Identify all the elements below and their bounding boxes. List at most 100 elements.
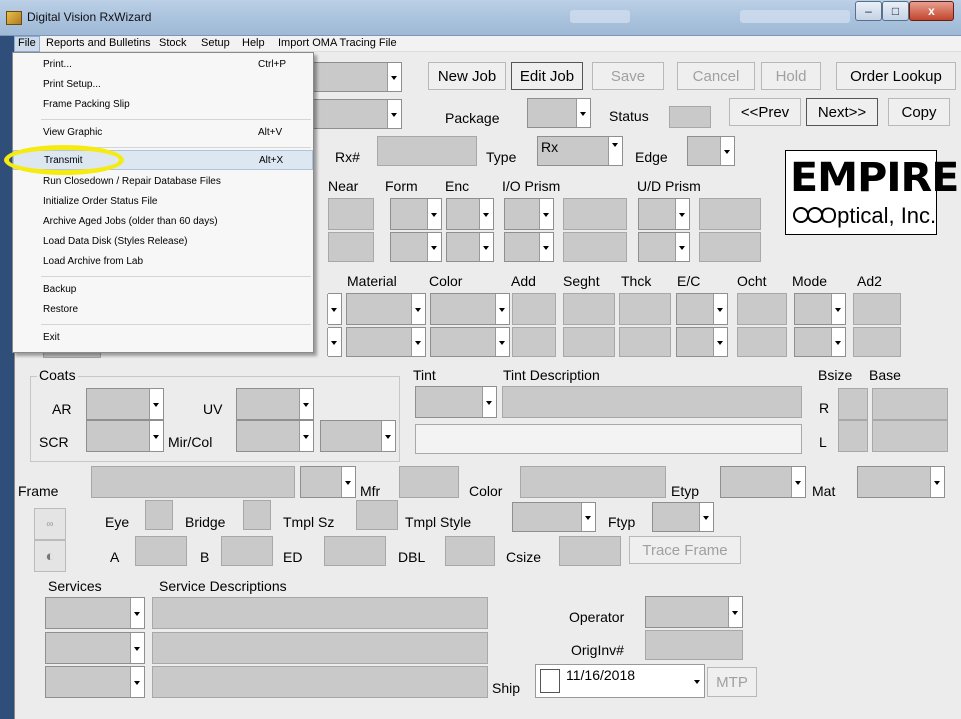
menu-item-view-graphic[interactable]: View Graphic Alt+V bbox=[13, 123, 313, 143]
menu-item-print-setup[interactable]: Print Setup... bbox=[13, 75, 313, 95]
near-left-input[interactable] bbox=[328, 232, 374, 262]
bridge-input[interactable] bbox=[243, 500, 271, 530]
scr-dropdown[interactable] bbox=[86, 420, 164, 452]
eye-input[interactable] bbox=[145, 500, 173, 530]
tmpl-style-dropdown[interactable] bbox=[512, 502, 596, 532]
menu-item-restore[interactable]: Restore bbox=[13, 300, 313, 320]
cancel-button[interactable]: Cancel bbox=[677, 62, 755, 90]
ud-prism-left-input[interactable] bbox=[699, 232, 761, 262]
bsize-left-input[interactable] bbox=[838, 420, 868, 452]
edit-job-button[interactable]: Edit Job bbox=[511, 62, 583, 90]
mode-right-dropdown[interactable] bbox=[794, 293, 846, 325]
service-1-dropdown[interactable] bbox=[45, 597, 145, 629]
menu-item-frame-packing-slip[interactable]: Frame Packing Slip bbox=[13, 95, 313, 115]
operator-dropdown[interactable] bbox=[645, 596, 743, 628]
uv-dropdown[interactable] bbox=[236, 388, 314, 420]
order-lookup-button[interactable]: Order Lookup bbox=[836, 62, 956, 90]
service-1-description[interactable] bbox=[152, 597, 488, 629]
color-left-dropdown[interactable] bbox=[430, 327, 510, 357]
prev-button[interactable]: <<Prev bbox=[729, 98, 801, 126]
ocht-left-input[interactable] bbox=[737, 327, 787, 357]
close-button[interactable]: x bbox=[909, 1, 954, 21]
bsize-right-input[interactable] bbox=[838, 388, 868, 420]
ship-date-arrow-icon[interactable] bbox=[690, 667, 704, 695]
seght-left-input[interactable] bbox=[563, 327, 615, 357]
color-right-dropdown[interactable] bbox=[430, 293, 510, 325]
ec-right-dropdown[interactable] bbox=[676, 293, 728, 325]
mode-left-dropdown[interactable] bbox=[794, 327, 846, 357]
mir-col-dropdown[interactable] bbox=[236, 420, 314, 452]
service-2-dropdown[interactable] bbox=[45, 632, 145, 664]
orig-inv-input[interactable] bbox=[645, 630, 743, 660]
a-input[interactable] bbox=[135, 536, 187, 566]
lens-style-right-dropdown[interactable] bbox=[327, 293, 342, 325]
type-dropdown[interactable]: Rx bbox=[537, 136, 623, 166]
ship-checkbox[interactable] bbox=[540, 669, 560, 693]
ship-date-picker[interactable]: 11/16/2018 bbox=[535, 664, 705, 698]
tint-description-input[interactable] bbox=[502, 386, 802, 418]
menu-item-initialize-order-status[interactable]: Initialize Order Status File bbox=[13, 192, 313, 212]
mir-col-extra-dropdown[interactable] bbox=[320, 420, 396, 452]
material-right-dropdown[interactable] bbox=[346, 293, 426, 325]
ud-prism-left-dropdown[interactable] bbox=[638, 232, 690, 262]
base-right-input[interactable] bbox=[872, 388, 948, 420]
ocht-right-input[interactable] bbox=[737, 293, 787, 325]
seght-right-input[interactable] bbox=[563, 293, 615, 325]
mtp-button[interactable]: MTP bbox=[707, 667, 757, 697]
ed-input[interactable] bbox=[324, 536, 386, 566]
enc-right-dropdown[interactable] bbox=[446, 198, 494, 230]
copy-button[interactable]: Copy bbox=[888, 98, 950, 126]
rx-number-input[interactable] bbox=[377, 136, 477, 166]
frame-color-input[interactable] bbox=[520, 466, 666, 498]
service-2-description[interactable] bbox=[152, 632, 488, 664]
menu-import-oma-tracing-file[interactable]: Import OMA Tracing File bbox=[278, 37, 397, 49]
io-prism-left-dropdown[interactable] bbox=[504, 232, 554, 262]
menu-file[interactable]: File bbox=[14, 36, 40, 52]
add-left-input[interactable] bbox=[512, 327, 556, 357]
next-button[interactable]: Next>> bbox=[806, 98, 878, 126]
menu-item-load-archive[interactable]: Load Archive from Lab bbox=[13, 252, 313, 272]
thck-right-input[interactable] bbox=[619, 293, 671, 325]
dbl-input[interactable] bbox=[445, 536, 495, 566]
job-dropdown[interactable] bbox=[308, 62, 402, 92]
menu-item-print[interactable]: Print... Ctrl+P bbox=[13, 55, 313, 75]
menu-item-exit[interactable]: Exit bbox=[13, 328, 313, 348]
menu-item-load-data-disk[interactable]: Load Data Disk (Styles Release) bbox=[13, 232, 313, 252]
package-dropdown[interactable] bbox=[527, 98, 591, 128]
edge-dropdown[interactable] bbox=[687, 136, 735, 166]
new-job-button[interactable]: New Job bbox=[428, 62, 506, 90]
io-prism-left-input[interactable] bbox=[563, 232, 627, 262]
tint-notes-input[interactable] bbox=[415, 424, 802, 454]
trace-frame-button[interactable]: Trace Frame bbox=[629, 536, 741, 564]
thck-left-input[interactable] bbox=[619, 327, 671, 357]
tint-dropdown[interactable] bbox=[415, 386, 497, 418]
trace-tool-icon[interactable]: ◐ bbox=[34, 540, 66, 572]
ud-prism-right-dropdown[interactable] bbox=[638, 198, 690, 230]
save-button[interactable]: Save bbox=[592, 62, 664, 90]
b-input[interactable] bbox=[221, 536, 273, 566]
form-left-dropdown[interactable] bbox=[390, 232, 442, 262]
lens-style-left-dropdown[interactable] bbox=[327, 327, 342, 357]
add-right-input[interactable] bbox=[512, 293, 556, 325]
ud-prism-right-input[interactable] bbox=[699, 198, 761, 230]
menu-item-run-closedown[interactable]: Run Closedown / Repair Database Files bbox=[13, 172, 313, 192]
csize-input[interactable] bbox=[559, 536, 621, 566]
ad2-right-input[interactable] bbox=[853, 293, 901, 325]
menu-setup[interactable]: Setup bbox=[201, 37, 230, 49]
ad2-left-input[interactable] bbox=[853, 327, 901, 357]
mfr-input[interactable] bbox=[399, 466, 459, 498]
form-right-dropdown[interactable] bbox=[390, 198, 442, 230]
near-right-input[interactable] bbox=[328, 198, 374, 230]
maximize-button[interactable]: □ bbox=[882, 1, 909, 21]
account-dropdown[interactable] bbox=[308, 99, 402, 129]
service-3-description[interactable] bbox=[152, 666, 488, 698]
enc-left-dropdown[interactable] bbox=[446, 232, 494, 262]
menu-reports-and-bulletins[interactable]: Reports and Bulletins bbox=[46, 37, 151, 49]
menu-help[interactable]: Help bbox=[242, 37, 265, 49]
ec-left-dropdown[interactable] bbox=[676, 327, 728, 357]
io-prism-right-dropdown[interactable] bbox=[504, 198, 554, 230]
frame-glasses-icon[interactable]: ∞ bbox=[34, 508, 66, 540]
frame-input[interactable] bbox=[91, 466, 295, 498]
tmpl-sz-input[interactable] bbox=[356, 500, 398, 530]
menu-stock[interactable]: Stock bbox=[159, 37, 187, 49]
